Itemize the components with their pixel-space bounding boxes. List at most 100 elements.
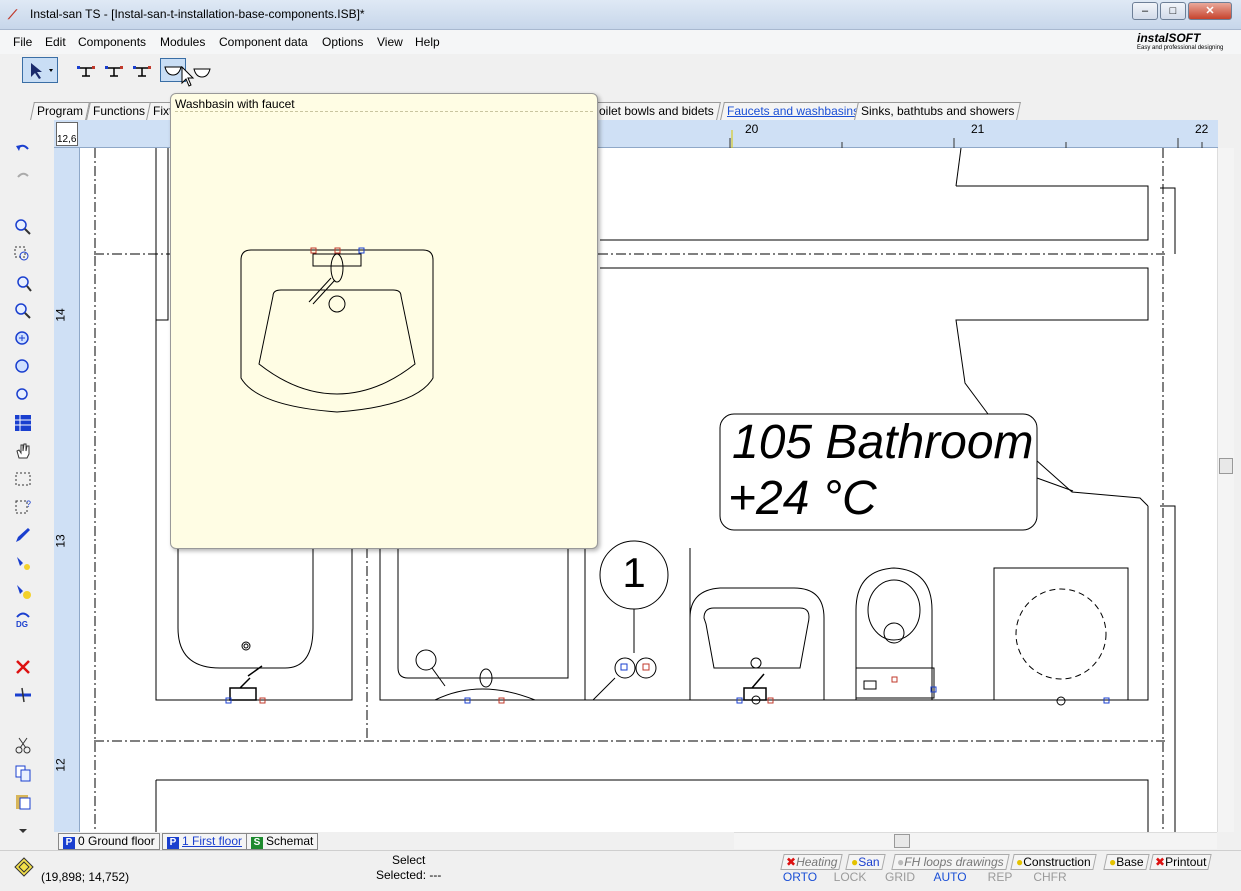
svg-text:?: ? (26, 499, 31, 509)
tab-toilet-bowls-bidets[interactable]: oilet bowls and bidets (592, 102, 721, 120)
current-mode: Select (392, 853, 426, 867)
mode-rep[interactable]: REP (976, 871, 1024, 886)
pan-hand-icon[interactable] (14, 442, 32, 460)
menu-component-data[interactable]: Component data (219, 35, 308, 49)
floor-tabs: P0 Ground floor P1 First floor S Schemat (54, 832, 734, 850)
tab-first-floor[interactable]: P1 First floor (162, 833, 248, 850)
menu-edit[interactable]: Edit (45, 35, 66, 49)
menu-components[interactable]: Components (78, 35, 146, 49)
menu-file[interactable]: File (13, 35, 32, 49)
close-button[interactable]: ✕ (1188, 2, 1232, 20)
schema-badge: S (251, 837, 263, 849)
layer-fh-loops[interactable]: ●FH loops drawings (891, 854, 1010, 870)
scissors-icon[interactable] (14, 736, 32, 754)
component-preview-tooltip: Washbasin with faucet (170, 93, 598, 549)
layer-printout[interactable]: ✖Printout (1149, 854, 1213, 870)
undo-icon[interactable] (14, 140, 32, 158)
layer-base[interactable]: ●Base (1103, 854, 1150, 870)
left-toolbar: ? DG (6, 122, 40, 838)
floor-label: 0 Ground floor (78, 834, 155, 848)
ruler-label: 20 (745, 122, 759, 136)
draw-pencil-icon[interactable] (14, 526, 32, 544)
menu-options[interactable]: Options (322, 35, 363, 49)
flashlight-icon[interactable] (14, 554, 32, 572)
zoom-all-icon[interactable] (14, 330, 32, 348)
menu-modules[interactable]: Modules (160, 35, 205, 49)
faucet-icon (133, 66, 151, 77)
layer-label: FH loops drawings (904, 855, 1004, 869)
window-title: Instal-san TS - [Instal-san-t-installati… (30, 7, 365, 21)
mode-auto[interactable]: AUTO (926, 871, 974, 886)
horizontal-scrollbar[interactable] (734, 832, 1217, 849)
maximize-button[interactable]: □ (1160, 2, 1186, 20)
layer-san[interactable]: ●San (845, 854, 886, 870)
zoom-previous-icon[interactable] (14, 386, 32, 404)
regenerate-dg-icon[interactable]: DG (14, 610, 32, 628)
cut-connection-icon[interactable] (14, 686, 32, 704)
minimize-button[interactable]: – (1132, 2, 1158, 20)
mode-grid[interactable]: GRID (876, 871, 924, 886)
select-pointer-button[interactable] (22, 57, 58, 83)
highlight-icon[interactable] (14, 582, 32, 600)
menu-help[interactable]: Help (415, 35, 440, 49)
chevron-down-icon[interactable] (14, 822, 32, 840)
tab-schemat[interactable]: S Schemat (246, 833, 319, 850)
plan-badge: P (63, 837, 75, 849)
layer-label: Base (1116, 855, 1144, 869)
zoom-in-icon[interactable] (14, 274, 32, 292)
layer-label: Heating (796, 855, 838, 869)
off-x-icon: ✖ (1155, 855, 1166, 869)
tab-functions[interactable]: Functions (86, 102, 152, 120)
scroll-thumb[interactable] (1219, 458, 1233, 474)
layer-construction[interactable]: ●Construction (1010, 854, 1097, 870)
menu-bar: File Edit Components Modules Component d… (0, 30, 1241, 54)
redo-icon[interactable] (14, 168, 32, 186)
layer-label: Printout (1165, 855, 1207, 869)
logo-tagline: Easy and professional designing (1137, 45, 1224, 51)
paste-icon[interactable] (14, 792, 32, 810)
ruler-label: 14 (53, 308, 68, 322)
snap-diamond-icon[interactable] (14, 857, 34, 877)
vertical-scrollbar[interactable] (1217, 148, 1234, 832)
faucet-type2-button[interactable] (104, 62, 124, 82)
plan-badge: P (167, 837, 179, 849)
menu-view[interactable]: View (377, 35, 403, 49)
faucet-icon (105, 66, 123, 77)
svg-text:DG: DG (16, 620, 28, 628)
tooltip-title: Washbasin with faucet (175, 97, 295, 111)
tab-program[interactable]: Program (30, 102, 90, 120)
tab-sinks-bathtubs-showers[interactable]: Sinks, bathtubs and showers (854, 102, 1022, 120)
select-rectangle-icon[interactable] (14, 470, 32, 488)
delete-icon[interactable] (14, 658, 32, 676)
copy-icon[interactable] (14, 764, 32, 782)
marker-number[interactable]: 1 (612, 548, 656, 598)
faucet-type1-button[interactable] (76, 62, 96, 82)
floor-label: 1 First floor (182, 834, 243, 848)
mode-chfr[interactable]: CHFR (1026, 871, 1074, 886)
faucet-type3-button[interactable] (132, 62, 152, 82)
zoom-icon[interactable] (14, 218, 32, 236)
mode-lock[interactable]: LOCK (826, 871, 874, 886)
mode-orto[interactable]: ORTO (776, 871, 824, 886)
ruler-label: 21 (971, 122, 985, 136)
grid-view-icon[interactable] (14, 414, 32, 432)
layer-heating[interactable]: ✖Heating (780, 854, 844, 870)
zoom-window-icon[interactable] (14, 246, 32, 264)
app-icon: ⟋ (8, 7, 18, 22)
ruler-label: 13 (53, 534, 68, 548)
room-temperature-label[interactable]: +24 °C (728, 472, 877, 526)
zoom-extents-icon[interactable] (14, 358, 32, 376)
tab-ground-floor[interactable]: P0 Ground floor (58, 833, 160, 850)
tab-label: Sinks, bathtubs and showers (861, 104, 1015, 118)
status-bar: (19,898; 14,752) Select Selected: --- ✖H… (0, 850, 1241, 891)
room-name-label[interactable]: 105 Bathroom (732, 416, 1034, 470)
layer-label: Construction (1023, 855, 1091, 869)
floor-label: Schemat (266, 834, 314, 848)
select-query-icon[interactable]: ? (14, 498, 32, 516)
tab-faucets-washbasins[interactable]: Faucets and washbasins (720, 102, 866, 120)
zoom-out-icon[interactable] (14, 302, 32, 320)
ruler-label: 12 (53, 758, 68, 772)
mouse-cursor-icon (181, 66, 195, 87)
scroll-thumb[interactable] (894, 834, 910, 848)
washbasin-with-faucet-preview (240, 247, 434, 413)
